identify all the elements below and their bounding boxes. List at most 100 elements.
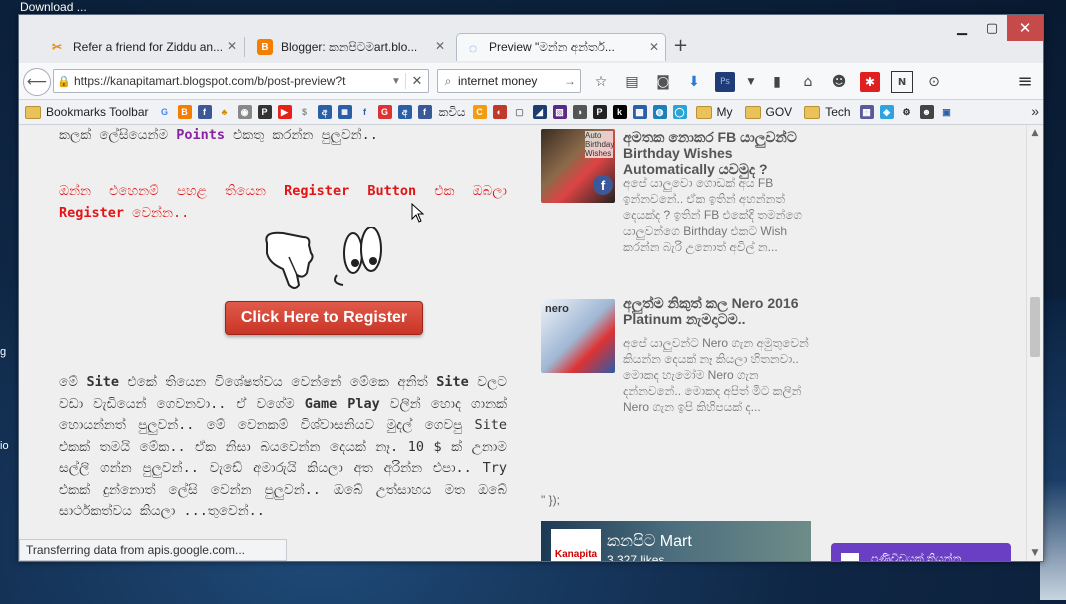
home-icon[interactable]: ⌂ bbox=[798, 72, 818, 92]
loading-icon: ◌ bbox=[468, 39, 478, 56]
scrollbar-thumb[interactable] bbox=[1030, 297, 1040, 357]
onenote-icon[interactable]: N bbox=[891, 71, 913, 93]
bookmark-folder-my[interactable]: My bbox=[695, 105, 733, 119]
warning-lock-icon: 🔒 bbox=[57, 75, 71, 88]
site-bold: Site bbox=[436, 374, 469, 390]
download-manager-icon[interactable]: ⊙ bbox=[924, 72, 944, 92]
site-icon[interactable]: ▣ bbox=[940, 105, 954, 119]
bookmark-star-icon[interactable]: ☆ bbox=[591, 72, 611, 92]
navigation-toolbar: ⟵ 🔒 https://kanapitamart.blogspot.com/b/… bbox=[19, 63, 1043, 100]
reading-list-icon[interactable]: ▤ bbox=[622, 72, 642, 92]
download-icon[interactable]: ⬇ bbox=[684, 72, 704, 92]
site-icon[interactable]: ◐ bbox=[492, 105, 507, 119]
new-tab-button[interactable]: + bbox=[673, 35, 688, 56]
k-site-icon[interactable]: k bbox=[612, 105, 627, 119]
tab-close-icon[interactable]: ✕ bbox=[227, 39, 237, 53]
address-bar[interactable]: 🔒 https://kanapitamart.blogspot.com/b/po… bbox=[53, 69, 429, 93]
search-go-icon[interactable]: → bbox=[564, 74, 580, 88]
stop-icon[interactable]: ✕ bbox=[405, 73, 428, 89]
p-site-icon[interactable]: P bbox=[592, 105, 607, 119]
register-word: Register bbox=[59, 204, 125, 221]
site-icon[interactable]: ◑ bbox=[572, 105, 587, 119]
popular-post[interactable]: nero අලුත්ම නිකුත් කල Nero 2016 Platinum… bbox=[541, 295, 811, 425]
p-site-icon[interactable]: P bbox=[257, 105, 272, 119]
tab-close-icon[interactable]: ✕ bbox=[649, 40, 659, 54]
site-icon[interactable]: අ bbox=[397, 105, 412, 119]
page-content: කලක් ලේසියෙන්ම Points එකතු කරන්න පුලුවන්… bbox=[19, 125, 1043, 561]
emoji-icon[interactable]: ☻ bbox=[829, 72, 849, 92]
site-icon[interactable]: ◯ bbox=[672, 105, 687, 119]
bookmark-folder-gov[interactable]: GOV bbox=[744, 105, 792, 119]
register-button[interactable]: Click Here to Register bbox=[225, 301, 423, 335]
site-icon[interactable]: අ bbox=[317, 105, 332, 119]
google-icon[interactable]: G bbox=[158, 105, 172, 119]
facebook-page-widget[interactable]: Kanapita කනපිට Mart 3,327 likes bbox=[541, 521, 811, 561]
fb-page-name[interactable]: කනපිට Mart bbox=[607, 533, 692, 551]
bookmark-kaviya[interactable]: කවිය bbox=[439, 105, 466, 120]
tab-separator bbox=[244, 37, 245, 57]
bookmarks-overflow-button[interactable]: » bbox=[1031, 103, 1039, 119]
pocket-icon[interactable]: ◙ bbox=[653, 72, 673, 92]
points-line: කලක් ලේසියෙන්ම Points එකතු කරන්න පුලුවන්… bbox=[59, 125, 507, 147]
bookmarks-toolbar: Bookmarks Toolbar G B f ♣ ◉ P ▶ $ අ ▦ f … bbox=[19, 100, 1043, 125]
c-site-icon[interactable]: C bbox=[472, 105, 487, 119]
popular-post-excerpt: අපේ යාලුවන්ට Nero ගැන අමුතුවෙන් කියන්න ද… bbox=[623, 336, 809, 414]
bookmark-folder-tech[interactable]: Tech bbox=[804, 105, 851, 119]
text-span: වෙන්න.. bbox=[124, 204, 190, 221]
fb-page-avatar[interactable]: Kanapita bbox=[551, 529, 601, 561]
bird-icon[interactable]: ♣ bbox=[218, 105, 232, 119]
tab-preview[interactable]: ◌ Preview "මන්න අන්තර්... ✕ bbox=[456, 33, 666, 61]
sf-icon[interactable]: $ bbox=[298, 105, 312, 119]
popular-post[interactable]: Auto Birthday Wishes f අමතක නොකර FB යාලු… bbox=[541, 129, 811, 279]
tab-ziddu[interactable]: ✂ Refer a friend for Ziddu an... ✕ bbox=[41, 33, 245, 61]
mouse-cursor-icon bbox=[411, 203, 425, 223]
site-icon[interactable]: ▦ bbox=[337, 105, 352, 119]
page-icon[interactable]: ▮ bbox=[767, 72, 787, 92]
fb-likes-count: 3,327 likes bbox=[607, 553, 665, 561]
site-icon[interactable]: ☻ bbox=[919, 105, 934, 119]
popular-post-title[interactable]: අලුත්ම නිකුත් කල Nero 2016 Platinum නැමද… bbox=[623, 295, 813, 327]
feedback-widget[interactable]: පණිවිඩයක් තියන්න bbox=[831, 543, 1011, 561]
back-button[interactable]: ⟵ bbox=[23, 68, 51, 96]
site-icon[interactable]: ▦ bbox=[859, 105, 874, 119]
stray-script-text: " }); bbox=[541, 493, 560, 507]
text-span: කලක් ලේසියෙන්ම bbox=[59, 127, 177, 143]
site-icon[interactable]: ◍ bbox=[652, 105, 667, 119]
menu-hamburger-icon[interactable]: ≡ bbox=[1015, 71, 1035, 92]
site-icon[interactable]: ▢ bbox=[513, 105, 527, 119]
desktop-side-label: g bbox=[0, 346, 7, 358]
register-instruction: ඔන්න එහෙනම් පහළ තියෙන Register Button එක… bbox=[59, 181, 507, 224]
youtube-icon[interactable]: ▶ bbox=[277, 105, 292, 119]
text-span: එක ඔබලා bbox=[416, 183, 507, 199]
site-icon[interactable]: ◈ bbox=[879, 105, 894, 119]
bookmarks-folder[interactable]: Bookmarks Toolbar bbox=[25, 105, 149, 119]
blogger-icon: B bbox=[257, 39, 273, 55]
search-box[interactable]: ⌕ internet money → bbox=[437, 69, 581, 93]
url-dropdown-icon[interactable]: ▼ bbox=[387, 76, 405, 87]
facebook-icon[interactable]: f bbox=[417, 105, 432, 119]
site-icon[interactable]: ◉ bbox=[237, 105, 252, 119]
dropdown-arrow-icon[interactable]: ▼ bbox=[746, 72, 756, 92]
site-icon[interactable]: ▧ bbox=[552, 105, 567, 119]
f-icon[interactable]: f bbox=[358, 105, 372, 119]
search-icon: ⌕ bbox=[444, 73, 452, 88]
g-site-icon[interactable]: G bbox=[377, 105, 392, 119]
text-span: මේ bbox=[59, 374, 87, 390]
text-span: ඔන්න එහෙනම් පහළ තියෙන bbox=[59, 183, 285, 199]
site-icon[interactable]: ▩ bbox=[632, 105, 647, 119]
tab-close-icon[interactable]: ✕ bbox=[435, 39, 445, 53]
site-icon[interactable]: ⚙ bbox=[900, 105, 914, 119]
scroll-down-icon[interactable]: ▼ bbox=[1027, 545, 1043, 561]
site-icon[interactable]: ◢ bbox=[532, 105, 547, 119]
photoshop-icon[interactable]: Ps bbox=[715, 72, 735, 92]
register-button-word: Register Button bbox=[284, 183, 417, 199]
popular-post-title[interactable]: අමතක නොකර FB යාලුවන්ට Birthday Wishes Au… bbox=[623, 129, 813, 177]
addon-red-icon[interactable]: ✱ bbox=[860, 72, 880, 92]
blogger-icon[interactable]: B bbox=[177, 105, 192, 119]
popular-post-excerpt: අපේ යාලුවො ගොඩක් අය FB ඉන්නවනේ.. ඒක ඉතින… bbox=[623, 176, 803, 254]
facebook-icon[interactable]: f bbox=[197, 105, 212, 119]
page-scrollbar[interactable]: ▲ ▼ bbox=[1026, 125, 1043, 561]
site-description-paragraph: මේ Site එකේ තියෙන විශේෂත්වය වෙන්නේ මේකෙ … bbox=[59, 372, 507, 523]
scroll-up-icon[interactable]: ▲ bbox=[1027, 125, 1043, 141]
tab-blogger[interactable]: B Blogger: කනපිටමart.blo... ✕ bbox=[249, 33, 451, 61]
